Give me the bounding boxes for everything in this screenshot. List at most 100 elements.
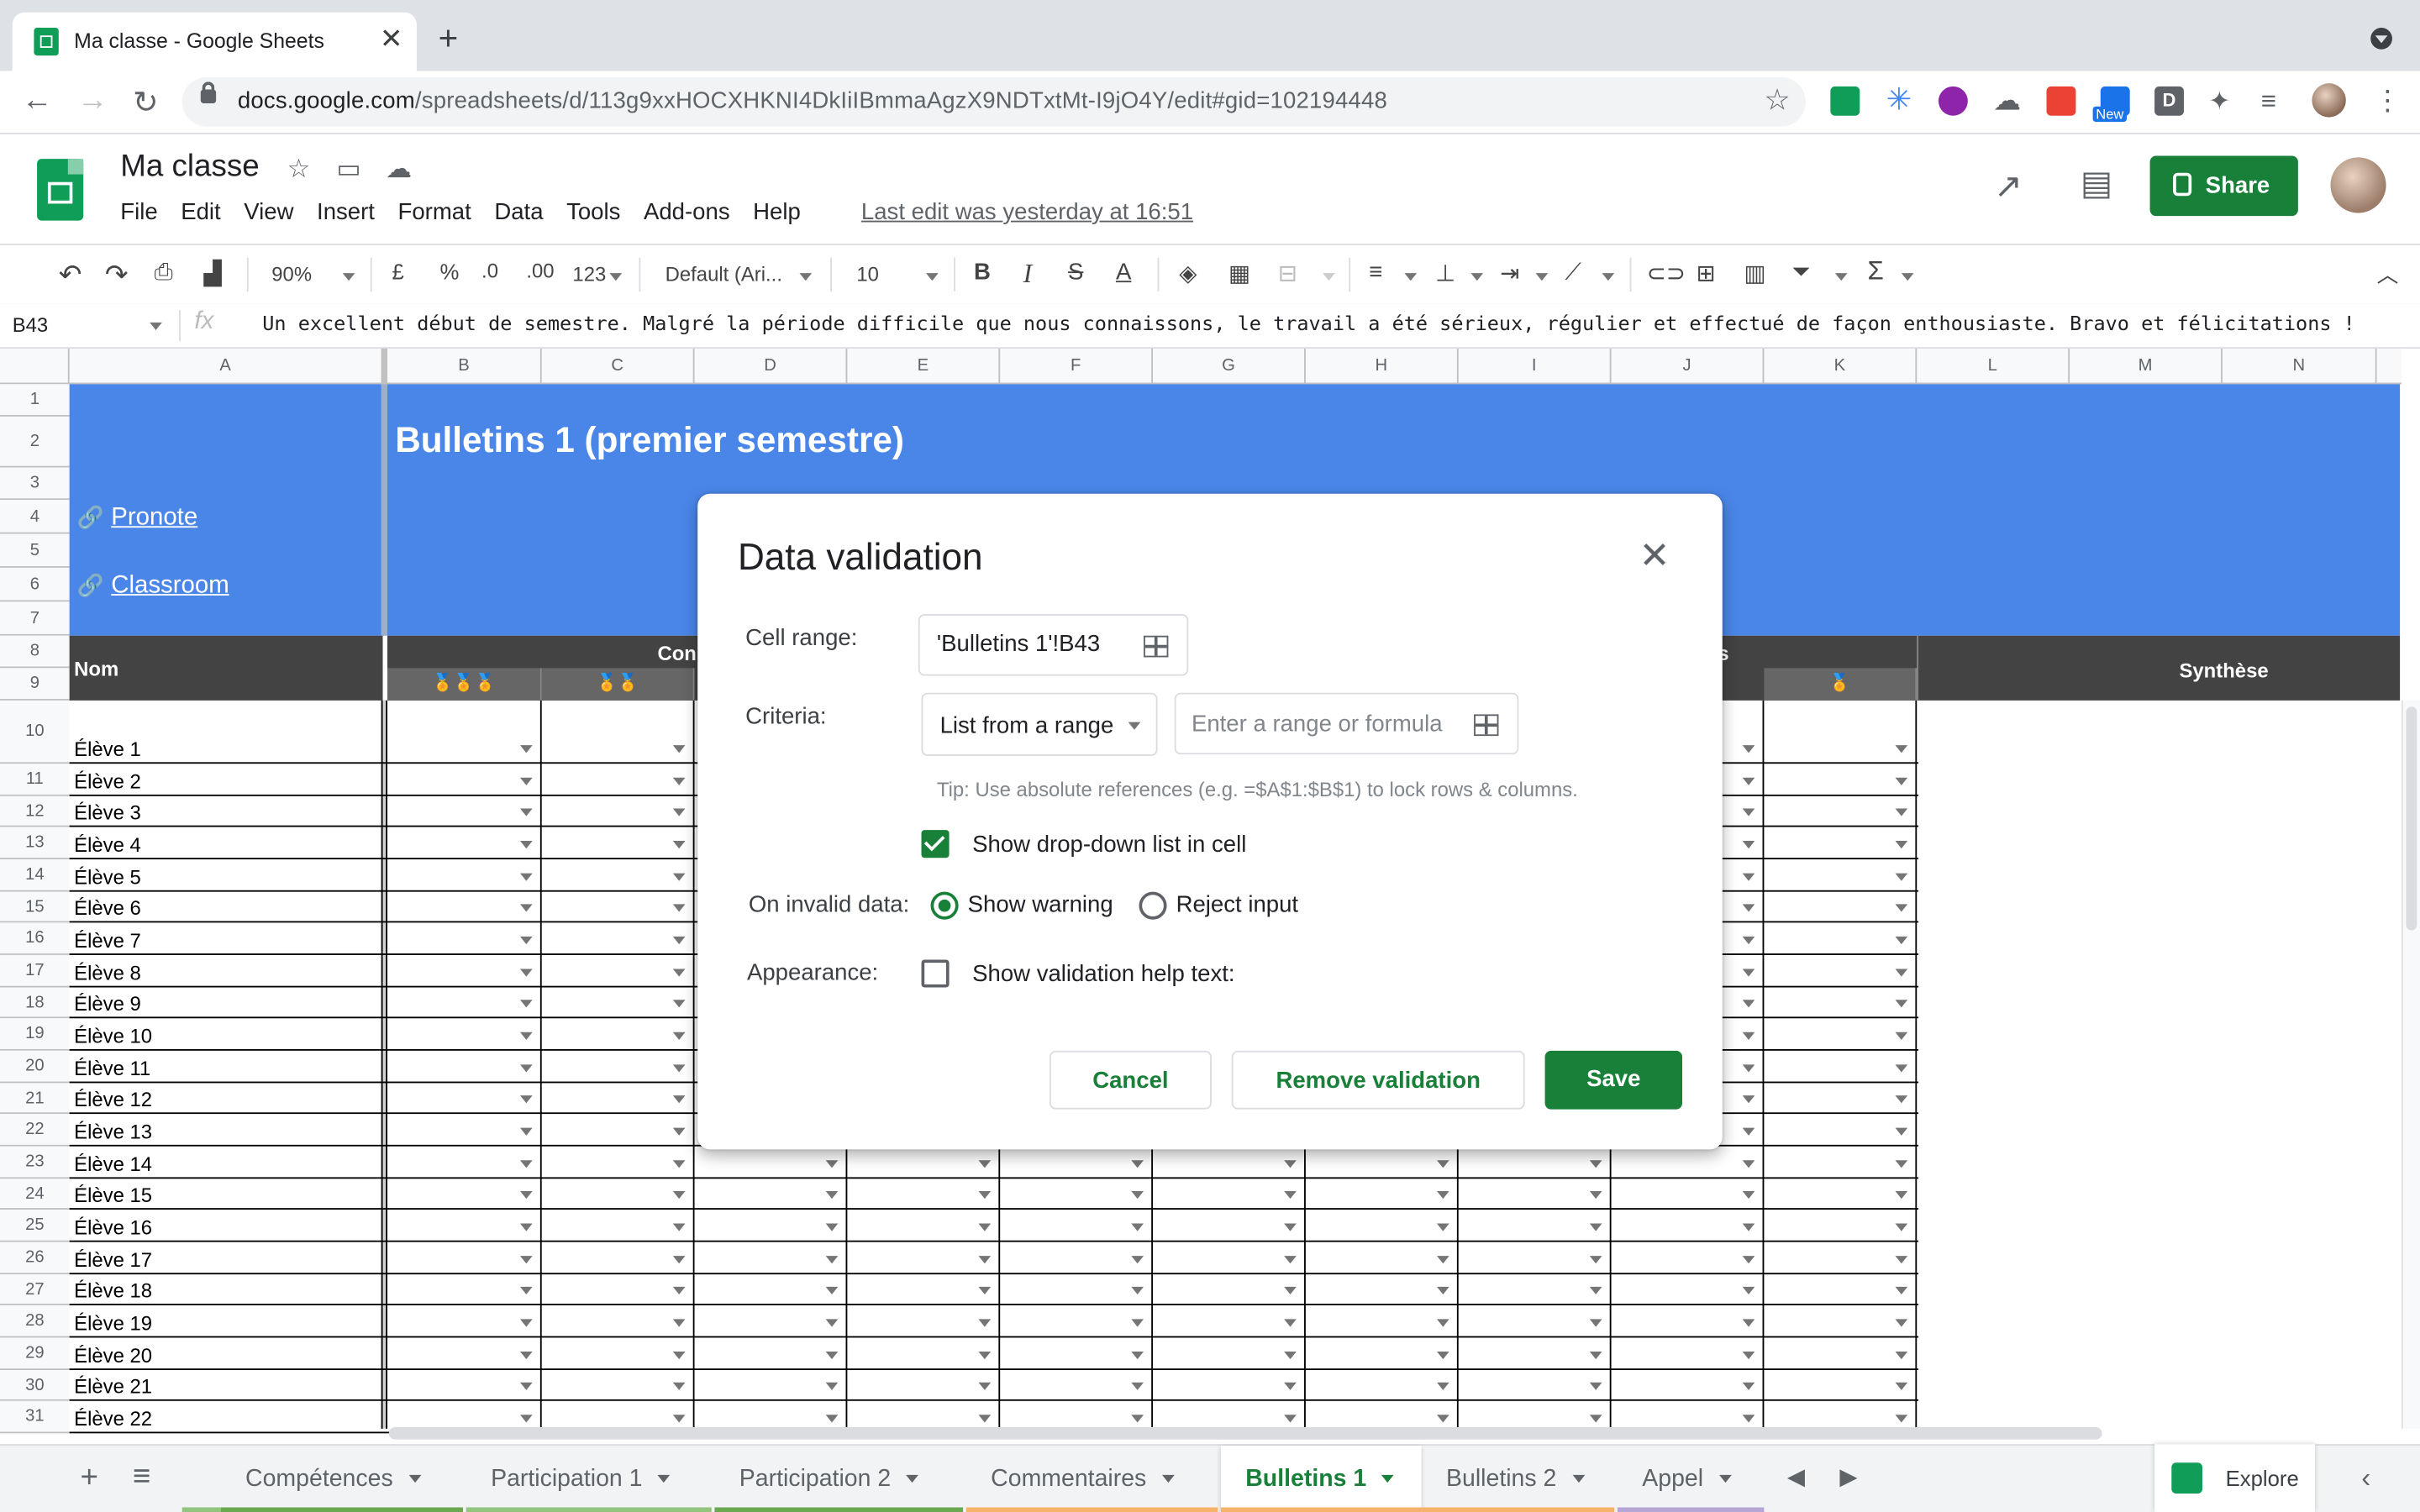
- star-icon[interactable]: ☆: [287, 155, 311, 186]
- row-header[interactable]: 2: [0, 416, 70, 468]
- cell-dropdown-chevron-icon[interactable]: [672, 808, 686, 816]
- share-button[interactable]: Share: [2149, 155, 2298, 217]
- cell-dropdown-chevron-icon[interactable]: [1589, 1190, 1602, 1200]
- save-button[interactable]: Save: [1544, 1050, 1683, 1110]
- cell-dropdown-chevron-icon[interactable]: [1742, 808, 1755, 816]
- cell-dropdown-chevron-icon[interactable]: [1895, 1064, 1908, 1073]
- student-name-cell[interactable]: Élève 22: [74, 1407, 152, 1431]
- show-warning-radio[interactable]: [930, 891, 959, 920]
- column-header-d[interactable]: D: [695, 349, 848, 383]
- snowflake-extension-icon[interactable]: ✳: [1885, 85, 1914, 116]
- row-header[interactable]: 16: [0, 922, 70, 955]
- new-tab-icon[interactable]: +: [439, 18, 459, 59]
- sheet-tab[interactable]: Participation 1: [466, 1446, 712, 1512]
- cell-dropdown-chevron-icon[interactable]: [519, 1351, 533, 1360]
- cell-dropdown-chevron-icon[interactable]: [1742, 873, 1755, 881]
- cell-dropdown-chevron-icon[interactable]: [978, 1415, 992, 1423]
- menu-file[interactable]: File: [120, 199, 157, 225]
- cell-dropdown-chevron-icon[interactable]: [1895, 1286, 1908, 1295]
- cancel-button[interactable]: Cancel: [1049, 1050, 1212, 1110]
- cell-dropdown-chevron-icon[interactable]: [519, 873, 533, 881]
- horizontal-scroll-thumb[interactable]: [388, 1426, 2102, 1440]
- cell-dropdown-chevron-icon[interactable]: [1895, 969, 1908, 977]
- cell-dropdown-chevron-icon[interactable]: [1742, 904, 1755, 912]
- row-header[interactable]: 15: [0, 891, 70, 923]
- cell-dropdown-chevron-icon[interactable]: [519, 808, 533, 816]
- cell-dropdown-chevron-icon[interactable]: [1436, 1190, 1449, 1200]
- cell-dropdown-chevron-icon[interactable]: [672, 936, 686, 945]
- side-panel-toggle-icon[interactable]: ‹: [2361, 1462, 2370, 1495]
- cell-dropdown-chevron-icon[interactable]: [519, 1160, 533, 1168]
- column-header-f[interactable]: F: [1000, 349, 1154, 383]
- column-header-j[interactable]: J: [1612, 349, 1765, 383]
- vertical-scrollbar[interactable]: [2401, 700, 2420, 1429]
- column-header-m[interactable]: M: [2070, 349, 2223, 383]
- cell-dropdown-chevron-icon[interactable]: [1895, 1095, 1908, 1104]
- select-range-grid-icon[interactable]: [1474, 714, 1499, 737]
- cell-dropdown-chevron-icon[interactable]: [519, 745, 533, 753]
- row-header[interactable]: 20: [0, 1050, 70, 1084]
- cell-dropdown-chevron-icon[interactable]: [1589, 1223, 1602, 1231]
- address-bar[interactable]: docs.google.com/spreadsheets/d/113g9xxHO…: [182, 76, 1806, 127]
- cell-dropdown-chevron-icon[interactable]: [978, 1319, 992, 1327]
- cell-dropdown-chevron-icon[interactable]: [1589, 1382, 1602, 1390]
- name-box[interactable]: B43: [13, 313, 49, 337]
- cell-dropdown-chevron-icon[interactable]: [1895, 1415, 1908, 1423]
- sheet-tab-chevron-down-icon[interactable]: [1571, 1475, 1585, 1483]
- cell-dropdown-chevron-icon[interactable]: [672, 904, 686, 912]
- cell-dropdown-chevron-icon[interactable]: [1895, 1190, 1908, 1200]
- sheet-tab-chevron-down-icon[interactable]: [1718, 1475, 1732, 1483]
- cell-dropdown-chevron-icon[interactable]: [519, 1223, 533, 1231]
- cell-dropdown-chevron-icon[interactable]: [825, 1286, 839, 1295]
- row-header[interactable]: 31: [0, 1400, 70, 1434]
- cell-dropdown-chevron-icon[interactable]: [1284, 1286, 1297, 1295]
- increase-decimal-button[interactable]: .00: [526, 260, 554, 283]
- classroom-extension-icon[interactable]: [1830, 86, 1860, 116]
- column-header-c[interactable]: C: [542, 349, 695, 383]
- cell-dropdown-chevron-icon[interactable]: [519, 1127, 533, 1136]
- criteria-select[interactable]: List from a range: [921, 692, 1158, 756]
- row-header[interactable]: 21: [0, 1083, 70, 1115]
- cell-dropdown-chevron-icon[interactable]: [1895, 777, 1908, 785]
- select-all-corner[interactable]: [0, 349, 70, 383]
- cell-dropdown-chevron-icon[interactable]: [1131, 1415, 1144, 1423]
- student-name-cell[interactable]: Élève 7: [74, 929, 141, 953]
- cell-dropdown-chevron-icon[interactable]: [978, 1190, 992, 1200]
- bold-icon[interactable]: B: [974, 260, 991, 286]
- student-name-cell[interactable]: Élève 19: [74, 1311, 152, 1335]
- student-name-cell[interactable]: Élève 10: [74, 1025, 152, 1048]
- student-name-cell[interactable]: Élève 18: [74, 1279, 152, 1303]
- sheet-tab[interactable]: Bulletins 2: [1421, 1446, 1615, 1512]
- row-header[interactable]: 11: [0, 764, 70, 796]
- tab-search-icon[interactable]: [2370, 28, 2392, 50]
- print-icon[interactable]: ⎙: [155, 260, 173, 286]
- borders-icon[interactable]: ▦: [1228, 260, 1250, 286]
- cell-dropdown-chevron-icon[interactable]: [978, 1286, 992, 1295]
- cell-dropdown-chevron-icon[interactable]: [672, 1160, 686, 1168]
- student-name-cell[interactable]: Élève 21: [74, 1375, 152, 1399]
- cell-dropdown-chevron-icon[interactable]: [1589, 1351, 1602, 1360]
- cell-dropdown-chevron-icon[interactable]: [825, 1256, 839, 1264]
- horizontal-align-icon[interactable]: ≡: [1369, 260, 1382, 286]
- cell-dropdown-chevron-icon[interactable]: [978, 1160, 992, 1168]
- cell-dropdown-chevron-icon[interactable]: [1895, 1160, 1908, 1168]
- cell-dropdown-chevron-icon[interactable]: [1742, 969, 1755, 977]
- cell-dropdown-chevron-icon[interactable]: [672, 1000, 686, 1008]
- student-name-cell[interactable]: Élève 1: [74, 738, 141, 761]
- bookmark-star-icon[interactable]: ☆: [1764, 83, 1790, 118]
- cell-dropdown-chevron-icon[interactable]: [825, 1415, 839, 1423]
- cell-dropdown-chevron-icon[interactable]: [1895, 1223, 1908, 1231]
- new-extension-icon[interactable]: New: [2092, 86, 2130, 123]
- sheet-tab-chevron-down-icon[interactable]: [408, 1475, 421, 1483]
- sheet-tab-chevron-down-icon[interactable]: [1381, 1475, 1395, 1483]
- insert-comment-icon[interactable]: ⊞: [1697, 260, 1716, 286]
- row-header[interactable]: 23: [0, 1146, 70, 1179]
- cell-dropdown-chevron-icon[interactable]: [1895, 904, 1908, 912]
- close-tab-icon[interactable]: ✕: [380, 24, 403, 56]
- cell-dropdown-chevron-icon[interactable]: [1131, 1190, 1144, 1200]
- cell-dropdown-chevron-icon[interactable]: [519, 904, 533, 912]
- vertical-align-icon[interactable]: ⊥: [1435, 260, 1455, 286]
- column-header-e[interactable]: E: [847, 349, 1001, 383]
- close-icon[interactable]: ✕: [1639, 534, 1670, 579]
- cell-dropdown-chevron-icon[interactable]: [1895, 1127, 1908, 1136]
